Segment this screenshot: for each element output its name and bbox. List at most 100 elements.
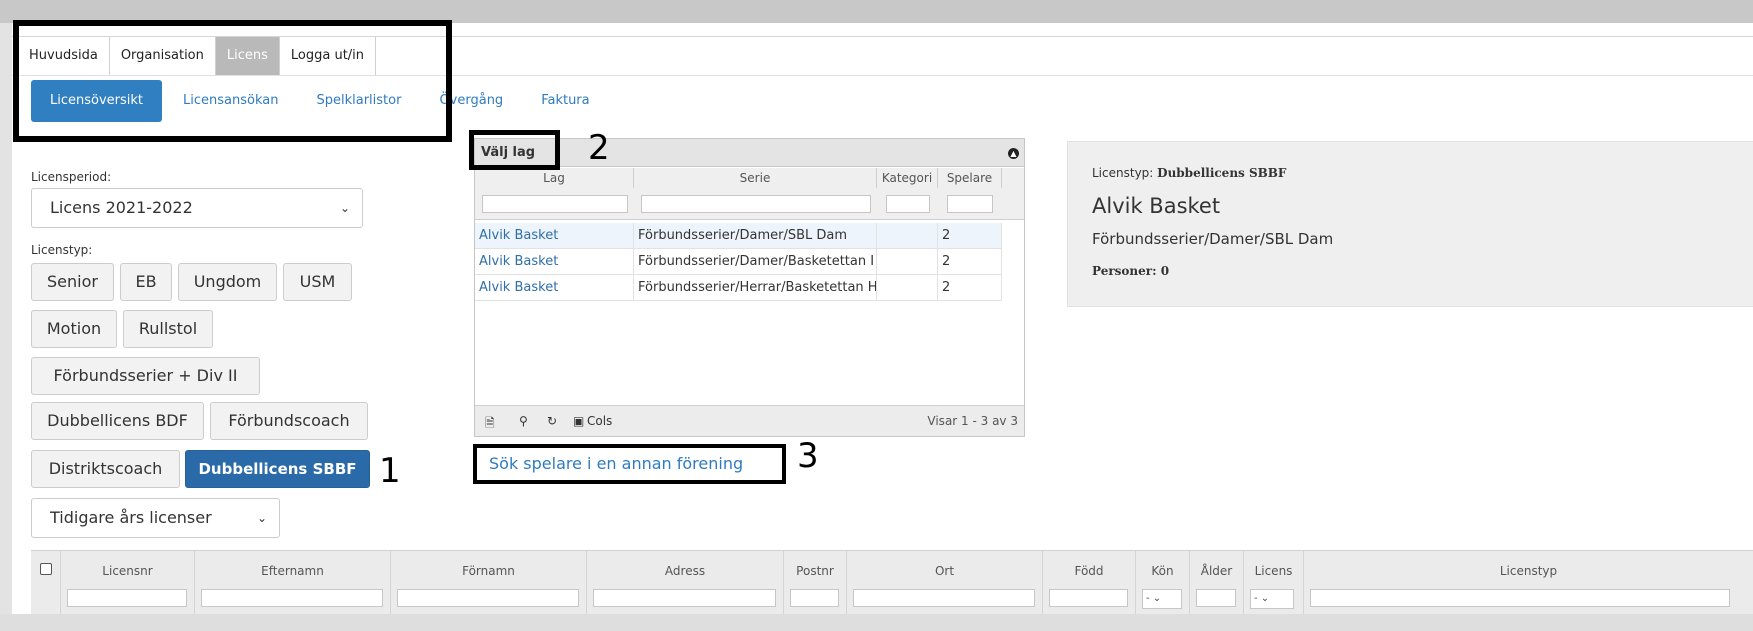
licenstyp-rullstol-button[interactable]: Rullstol xyxy=(123,310,213,348)
grid-footer: 🗎 ⚲ ↻ ▣ Cols Visar 1 - 3 av 3 xyxy=(475,405,1024,436)
cell-lag[interactable]: Alvik Basket xyxy=(475,275,634,301)
players-table-header: Licensnr Efternamn Förnamn Adress Postnr… xyxy=(31,550,1753,615)
search-other-club-link[interactable]: Sök spelare i en annan förening xyxy=(473,444,786,484)
license-info-panel: Licenstyp: Dubbellicens SBBF Alvik Baske… xyxy=(1067,141,1753,307)
licensperiod-select[interactable]: Licens 2021-2022 ⌄ xyxy=(31,188,363,228)
search-icon[interactable]: ⚲ xyxy=(519,414,528,428)
filter-lag-input[interactable] xyxy=(482,195,628,213)
filter-alder-input[interactable] xyxy=(1196,589,1236,607)
cell-spelare: 2 xyxy=(938,223,1002,249)
col-postnr: Postnr xyxy=(784,551,847,615)
annotation-box-nav xyxy=(13,20,452,142)
info-persons-count: Personer: 0 xyxy=(1092,264,1170,278)
licenstyp-senior-button[interactable]: Senior xyxy=(31,263,114,301)
team-grid: Välj lag ▲ Lag Serie Kategori Spelare Al… xyxy=(474,138,1025,437)
columns-label[interactable]: Cols xyxy=(587,414,612,428)
col-licens: Licens - ⌄ xyxy=(1244,551,1304,615)
filter-fodd-input[interactable] xyxy=(1049,589,1128,607)
filter-licens-value: - xyxy=(1254,593,1258,604)
annotation-number-2: 2 xyxy=(588,128,610,168)
select-all-checkbox[interactable] xyxy=(40,563,52,575)
licenstyp-ungdom-button[interactable]: Ungdom xyxy=(178,263,277,301)
cell-serie: Förbundsserier/Herrar/Basketettan H xyxy=(634,275,877,301)
columns-icon[interactable]: ▣ xyxy=(573,414,584,428)
filter-fornamn-input[interactable] xyxy=(397,589,579,607)
grid-filter-row xyxy=(475,188,1024,220)
annotation-box-grid-title xyxy=(469,130,560,170)
grid-header-lag[interactable]: Lag xyxy=(475,168,634,188)
filter-adress-input[interactable] xyxy=(593,589,776,607)
filter-kategori-input[interactable] xyxy=(886,195,930,213)
cell-spelare: 2 xyxy=(938,275,1002,301)
header-adress[interactable]: Adress xyxy=(587,564,783,578)
cell-lag[interactable]: Alvik Basket xyxy=(475,249,634,275)
annotation-number-1: 1 xyxy=(379,451,401,491)
header-licens[interactable]: Licens xyxy=(1244,564,1303,578)
col-licenstyp: Licenstyp xyxy=(1304,551,1753,615)
subtab-faktura[interactable]: Faktura xyxy=(522,80,608,122)
bottom-strip xyxy=(0,614,1753,631)
grid-header-serie[interactable]: Serie xyxy=(634,168,877,188)
cell-lag[interactable]: Alvik Basket xyxy=(475,223,634,249)
col-efternamn: Efternamn xyxy=(195,551,391,615)
select-all-column xyxy=(31,551,61,615)
previous-licenses-value: Tidigare års licenser xyxy=(50,508,212,527)
licenstyp-dubbellicens-bdf-button[interactable]: Dubbellicens BDF xyxy=(31,402,204,440)
info-license-type: Licenstyp: Dubbellicens SBBF xyxy=(1092,166,1286,180)
chevron-down-icon: ⌄ xyxy=(339,201,350,215)
licensperiod-label: Licensperiod: xyxy=(31,170,112,184)
table-row[interactable]: Alvik Basket Förbundsserier/Damer/Basket… xyxy=(475,249,1002,275)
col-fornamn: Förnamn xyxy=(391,551,587,615)
licenstyp-label: Licenstyp: xyxy=(31,243,93,257)
filter-efternamn-input[interactable] xyxy=(201,589,383,607)
filter-postnr-input[interactable] xyxy=(790,589,839,607)
document-icon[interactable]: 🗎 xyxy=(485,414,495,435)
filter-licens-select[interactable]: - ⌄ xyxy=(1250,589,1294,609)
filter-licenstyp-input[interactable] xyxy=(1310,589,1730,607)
licenstyp-distriktscoach-button[interactable]: Distriktscoach xyxy=(31,450,180,488)
chevron-down-icon: ⌄ xyxy=(256,511,267,525)
licenstyp-usm-button[interactable]: USM xyxy=(283,263,352,301)
grid-record-info: Visar 1 - 3 av 3 xyxy=(927,414,1018,428)
header-alder[interactable]: Ålder xyxy=(1190,564,1243,578)
col-adress: Adress xyxy=(587,551,784,615)
chevron-down-icon: ⌄ xyxy=(1152,593,1162,604)
filter-serie-input[interactable] xyxy=(641,195,871,213)
col-alder: Ålder xyxy=(1190,551,1244,615)
collapse-icon[interactable]: ▲ xyxy=(1008,148,1019,159)
filter-kon-select[interactable]: - ⌄ xyxy=(1142,589,1182,609)
cell-serie: Förbundsserier/Damer/Basketettan I xyxy=(634,249,877,275)
grid-header-kategori[interactable]: Kategori xyxy=(877,168,938,188)
licenstyp-dubbellicens-sbbf-button[interactable]: Dubbellicens SBBF xyxy=(185,450,370,488)
licensperiod-value: Licens 2021-2022 xyxy=(50,198,193,217)
header-postnr[interactable]: Postnr xyxy=(784,564,846,578)
header-fornamn[interactable]: Förnamn xyxy=(391,564,586,578)
info-license-type-label: Licenstyp: xyxy=(1092,166,1154,180)
cell-kategori xyxy=(877,249,938,275)
previous-licenses-select[interactable]: Tidigare års licenser ⌄ xyxy=(31,498,280,538)
left-strip xyxy=(0,23,12,631)
info-serie: Förbundsserier/Damer/SBL Dam xyxy=(1092,230,1334,248)
refresh-icon[interactable]: ↻ xyxy=(547,414,557,428)
filter-spelare-input[interactable] xyxy=(947,195,993,213)
licenstyp-forbundsserier-button[interactable]: Förbundsserier + Div II xyxy=(31,357,260,395)
table-row[interactable]: Alvik Basket Förbundsserier/Herrar/Baske… xyxy=(475,275,1002,301)
filter-ort-input[interactable] xyxy=(853,589,1035,607)
info-team-name: Alvik Basket xyxy=(1092,194,1221,218)
header-kon[interactable]: Kön xyxy=(1136,564,1189,578)
table-row[interactable]: Alvik Basket Förbundsserier/Damer/SBL Da… xyxy=(475,223,1002,249)
licenstyp-forbundscoach-button[interactable]: Förbundscoach xyxy=(210,402,368,440)
chevron-down-icon: ⌄ xyxy=(1260,593,1270,604)
header-licensnr[interactable]: Licensnr xyxy=(61,564,194,578)
licenstyp-eb-button[interactable]: EB xyxy=(120,263,172,301)
header-ort[interactable]: Ort xyxy=(847,564,1042,578)
header-efternamn[interactable]: Efternamn xyxy=(195,564,390,578)
licenstyp-motion-button[interactable]: Motion xyxy=(31,310,117,348)
col-fodd: Född xyxy=(1043,551,1136,615)
header-fodd[interactable]: Född xyxy=(1043,564,1135,578)
cell-kategori xyxy=(877,223,938,249)
header-licenstyp[interactable]: Licenstyp xyxy=(1304,564,1753,578)
filter-licensnr-input[interactable] xyxy=(67,589,187,607)
col-ort: Ort xyxy=(847,551,1043,615)
grid-header-spelare[interactable]: Spelare xyxy=(938,168,1002,188)
